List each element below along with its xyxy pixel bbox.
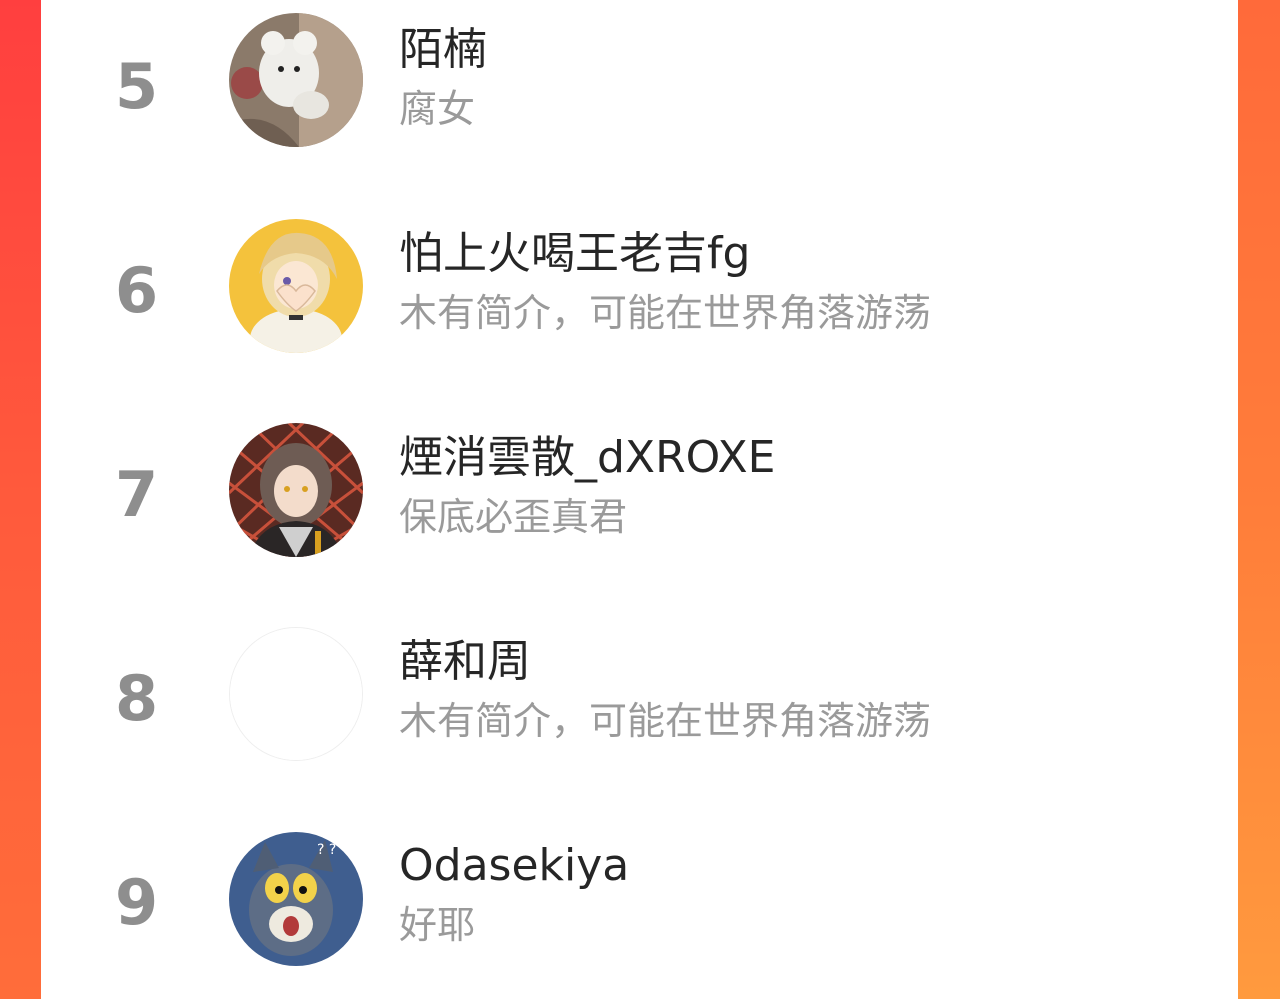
user-bio: 木有简介，可能在世界角落游荡: [399, 699, 932, 743]
ranking-row-6[interactable]: 6 怕上火喝王老吉fg 木有简介，可能在世界角落游荡: [41, 204, 1238, 408]
rank-number: 6: [115, 254, 159, 327]
rank-number: 5: [115, 50, 159, 123]
user-bio: 保底必歪真君: [399, 495, 628, 539]
ranking-row-5[interactable]: 5 陌楠 腐女: [41, 0, 1238, 204]
ranking-row-9[interactable]: 9 ? ? Odasekiya 好耶: [41, 816, 1238, 999]
user-name[interactable]: 煙消雲散_dXROXE: [399, 436, 775, 480]
ranking-list: 5 陌楠 腐女 6 怕上火喝王老吉fg 木有简介，可能在世界角落游荡 7 煙消雲…: [41, 0, 1238, 999]
blank-avatar[interactable]: [229, 627, 363, 761]
user-bio: 好耶: [399, 903, 476, 947]
plush-bear-avatar[interactable]: [229, 13, 363, 147]
user-name[interactable]: 薛和周: [399, 640, 531, 684]
anime-character-avatar[interactable]: [229, 423, 363, 557]
ranking-row-7[interactable]: 7 煙消雲散_dXROXE 保底必歪真君: [41, 408, 1238, 612]
rank-number: 8: [115, 662, 159, 735]
user-bio: 腐女: [399, 87, 476, 131]
user-name[interactable]: 怕上火喝王老吉fg: [399, 232, 750, 276]
cartoon-cat-avatar[interactable]: ? ?: [229, 832, 363, 966]
user-bio: 木有简介，可能在世界角落游荡: [399, 291, 932, 335]
user-name[interactable]: Odasekiya: [399, 844, 629, 888]
rank-number: 7: [115, 458, 159, 531]
rank-number: 9: [115, 866, 159, 939]
user-name[interactable]: 陌楠: [399, 28, 487, 72]
anime-heart-hands-avatar[interactable]: [229, 219, 363, 353]
left-gradient-border: [0, 0, 41, 999]
svg-text:? ?: ? ?: [317, 842, 336, 858]
right-gradient-border: [1238, 0, 1280, 999]
ranking-row-8[interactable]: 8 薛和周 木有简介，可能在世界角落游荡: [41, 612, 1238, 816]
